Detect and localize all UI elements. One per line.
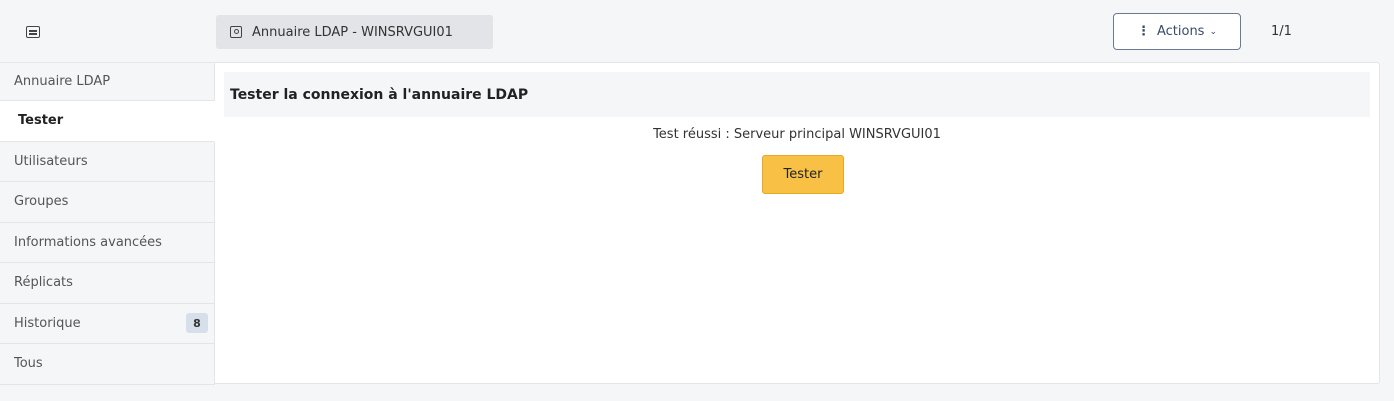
sidebar-item-label: Informations avancées bbox=[14, 234, 162, 250]
actions-button[interactable]: ⋮ Actions ⌄ bbox=[1113, 13, 1241, 50]
sidebar-item-label: Historique bbox=[14, 315, 81, 331]
list-icon[interactable] bbox=[26, 26, 40, 38]
sidebar-item-historique[interactable]: Historique 8 bbox=[0, 303, 215, 344]
sidebar-item-replicats[interactable]: Réplicats bbox=[0, 263, 215, 304]
sidebar-item-label: Réplicats bbox=[14, 275, 73, 291]
page-title: Annuaire LDAP - WINSRVGUI01 bbox=[216, 15, 493, 49]
actions-label: Actions bbox=[1156, 24, 1205, 39]
sidebar-item-label: Annuaire LDAP bbox=[14, 74, 111, 89]
count-badge: 8 bbox=[186, 313, 208, 334]
sidebar-item-label: Tester bbox=[18, 113, 64, 129]
sidebar-item-tous[interactable]: Tous bbox=[0, 344, 215, 385]
sidebar-item-label: Tous bbox=[14, 356, 43, 372]
sidebar-item-label: Groupes bbox=[14, 194, 69, 210]
pager: 1/1 bbox=[1271, 24, 1292, 39]
sidebar-item-annuaire-ldap[interactable]: Annuaire LDAP bbox=[0, 63, 215, 101]
main-panel: Tester la connexion à l'annuaire LDAP Te… bbox=[215, 62, 1380, 384]
sidebar-item-utilisateurs[interactable]: Utilisateurs bbox=[0, 141, 215, 182]
sidebar: Annuaire LDAP Tester Utilisateurs Groupe… bbox=[0, 62, 215, 385]
more-vertical-icon: ⋮ bbox=[1136, 24, 1150, 39]
section-title: Tester la connexion à l'annuaire LDAP bbox=[224, 72, 1370, 117]
page-title-text: Annuaire LDAP - WINSRVGUI01 bbox=[252, 24, 453, 40]
test-result-text: Test réussi : Serveur principal WINSRVGU… bbox=[653, 127, 941, 142]
tester-button[interactable]: Tester bbox=[762, 155, 844, 194]
sidebar-item-label: Utilisateurs bbox=[14, 153, 88, 169]
top-bar: Annuaire LDAP - WINSRVGUI01 ⋮ Actions ⌄ … bbox=[0, 0, 1394, 62]
sidebar-item-groupes[interactable]: Groupes bbox=[0, 182, 215, 223]
sidebar-item-tester[interactable]: Tester bbox=[0, 101, 215, 142]
sidebar-item-informations-avancees[interactable]: Informations avancées bbox=[0, 222, 215, 263]
contact-card-icon bbox=[230, 26, 242, 38]
chevron-down-icon: ⌄ bbox=[1209, 26, 1218, 37]
